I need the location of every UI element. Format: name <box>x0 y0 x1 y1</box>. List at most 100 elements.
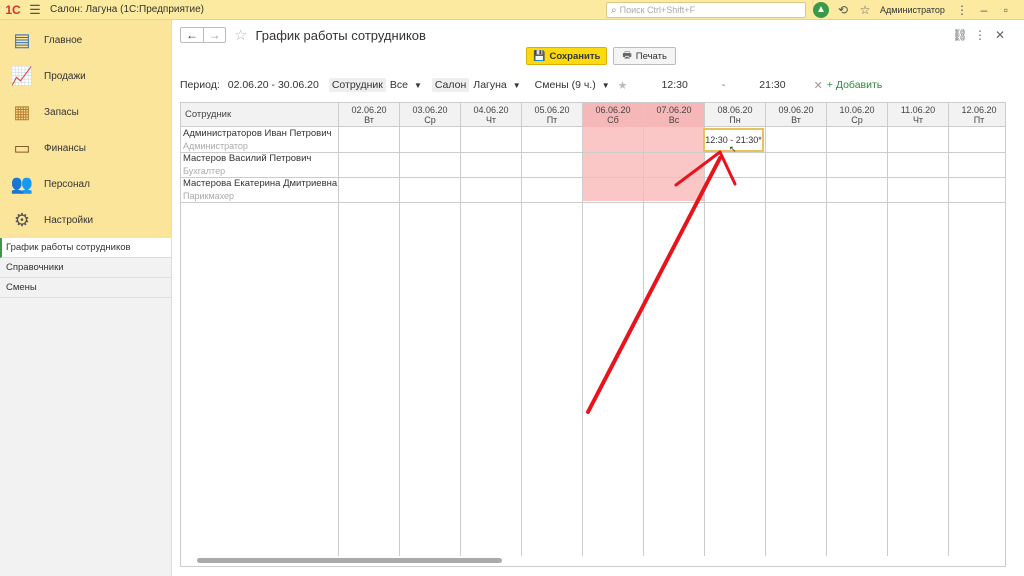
minimize-icon[interactable]: – <box>973 3 995 17</box>
scrollbar-thumb[interactable] <box>197 558 502 563</box>
day-column <box>888 127 949 556</box>
clear-icon[interactable]: ✕ <box>814 79 823 92</box>
schedule-grid: Сотрудник 02.06.20 Вт 03.06.20 Ср 04.06.20 Чт… <box>180 102 1006 567</box>
close-form-icon[interactable]: ✕ <box>990 28 1010 42</box>
chevron-down-icon[interactable]: ▼ <box>513 81 521 90</box>
maximize-icon[interactable]: ▫ <box>995 3 1017 17</box>
day-column-header[interactable]: 09.06.20 Вт <box>766 103 827 127</box>
save-button[interactable]: 💾 Сохранить <box>526 47 608 65</box>
chevron-down-icon[interactable]: ▼ <box>414 81 422 90</box>
day-column <box>522 127 583 556</box>
salon-select[interactable]: Лагуна <box>473 79 506 91</box>
sidebar-section-label: Запасы <box>44 106 79 118</box>
command-bar: 💾 Сохранить 🖶 Печать <box>526 47 676 65</box>
day-column-header[interactable]: 10.06.20 Ср <box>827 103 888 127</box>
chevron-down-icon[interactable]: ▼ <box>602 81 610 90</box>
page-header-tools: ⛓ ⋮ ✕ <box>950 28 1010 42</box>
grid-header-row: Сотрудник 02.06.20 Вт 03.06.20 Ср 04.06.20 Чт… <box>181 103 1005 127</box>
day-date: 05.06.20 <box>534 105 570 115</box>
shifts-select[interactable]: Смены (9 ч.) <box>535 79 596 91</box>
day-column-header[interactable]: 12.06.20 Пт <box>949 103 1005 127</box>
sidebar-section-label: Продажи <box>44 70 86 82</box>
sidebar-section-label: Настройки <box>44 214 94 226</box>
time-to-field[interactable]: 21:30 <box>759 79 785 91</box>
day-column-header[interactable]: 03.06.20 Ср <box>400 103 461 127</box>
close-icon[interactable]: ✕ <box>1017 3 1024 17</box>
horizontal-scrollbar[interactable] <box>197 558 997 564</box>
day-weekday: Вт <box>364 115 374 125</box>
list-icon: ▤ <box>13 29 31 50</box>
notifications-icon[interactable]: ▲ <box>813 2 829 18</box>
sidebar-section-label: Финансы <box>44 142 86 154</box>
table-row[interactable]: Мастерова Екатерина Дмитриевна Парикмахер <box>181 178 339 202</box>
employee-name: Мастеров Василий Петрович <box>183 153 312 164</box>
back-button[interactable]: ← <box>181 28 203 42</box>
star-icon[interactable]: ★ <box>618 79 628 92</box>
day-date: 08.06.20 <box>717 105 753 115</box>
day-column-header[interactable]: 11.06.20 Чт <box>888 103 949 127</box>
history-nav: ← → <box>180 27 226 43</box>
favorites-icon[interactable]: ☆ <box>854 3 876 17</box>
employee-column-header[interactable]: Сотрудник <box>181 103 339 127</box>
day-column <box>583 127 644 556</box>
day-column-header[interactable]: 07.06.20 Вс <box>644 103 705 127</box>
wallet-icon: ▭ <box>13 137 31 158</box>
sidebar-section-main[interactable]: ▤ Главное <box>0 22 171 58</box>
employee-select[interactable]: Все <box>390 79 408 91</box>
day-column-header[interactable]: 08.06.20 Пн <box>705 103 766 127</box>
table-row[interactable]: Мастеров Василий Петрович Бухгалтер <box>181 153 339 177</box>
favorite-star-icon[interactable]: ☆ <box>234 26 247 44</box>
forward-button[interactable]: → <box>203 28 225 42</box>
sidebar-section-stock[interactable]: ▦ Запасы <box>0 94 171 130</box>
sidebar-section-staff[interactable]: 👥 Персонал <box>0 166 171 202</box>
time-separator: - <box>721 79 726 91</box>
sidebar-item-shifts[interactable]: Смены <box>0 278 171 298</box>
day-column-header[interactable]: 05.06.20 Пт <box>522 103 583 127</box>
current-user[interactable]: Администратор <box>880 5 945 15</box>
more-icon[interactable]: ⋮ <box>970 28 990 42</box>
floppy-icon: 💾 <box>533 50 546 62</box>
day-date: 06.06.20 <box>595 105 631 115</box>
title-bar: 1С ☰ Салон: Лагуна (1С:Предприятие) ⌕ По… <box>0 0 1024 20</box>
app-title: Салон: Лагуна (1С:Предприятие) <box>50 4 204 15</box>
sidebar-item-schedule[interactable]: График работы сотрудников <box>0 238 171 258</box>
period-label: Период: <box>180 79 220 91</box>
time-from-field[interactable]: 12:30 <box>662 79 688 91</box>
more-icon[interactable]: ⋮ <box>951 3 973 17</box>
people-icon: 👥 <box>10 173 34 194</box>
search-icon: ⌕ <box>611 4 617 16</box>
add-link[interactable]: + Добавить <box>827 79 882 91</box>
sidebar-item-catalogs[interactable]: Справочники <box>0 258 171 278</box>
history-icon[interactable]: ⟲ <box>832 3 854 17</box>
day-date: 07.06.20 <box>656 105 692 115</box>
menu-icon[interactable]: ☰ <box>26 2 44 18</box>
day-column <box>705 127 766 556</box>
sidebar-section-sales[interactable]: 📈 Продажи <box>0 58 171 94</box>
filter-bar: Период: 02.06.20 - 30.06.20 Сотрудник Вс… <box>180 77 882 93</box>
search-input[interactable]: ⌕ Поиск Ctrl+Shift+F <box>606 2 806 18</box>
employee-role: Парикмахер <box>183 191 235 201</box>
day-weekday: Сб <box>607 115 619 125</box>
employee-role: Администратор <box>183 141 248 151</box>
sidebar-section-finance[interactable]: ▭ Финансы <box>0 130 171 166</box>
link-icon[interactable]: ⛓ <box>950 28 970 42</box>
save-button-label: Сохранить <box>549 50 601 62</box>
print-button[interactable]: 🖶 Печать <box>613 47 676 65</box>
printer-icon: 🖶 <box>622 49 632 61</box>
page-header: ← → ☆ График работы сотрудников <box>180 26 426 44</box>
row-divider <box>181 202 1005 203</box>
day-column <box>339 127 400 556</box>
sidebar-section-label: Персонал <box>44 178 90 190</box>
day-weekday: Вс <box>668 115 680 125</box>
day-weekday: Пт <box>973 115 985 125</box>
search-placeholder: Поиск Ctrl+Shift+F <box>619 5 696 15</box>
1c-logo-icon: 1С <box>5 2 21 17</box>
table-row[interactable]: Администраторов Иван Петрович Администрат… <box>181 128 339 152</box>
period-field[interactable]: 02.06.20 - 30.06.20 <box>228 79 319 91</box>
day-weekday: Пн <box>729 115 741 125</box>
day-date: 09.06.20 <box>778 105 814 115</box>
day-column-header[interactable]: 06.06.20 Сб <box>583 103 644 127</box>
day-column-header[interactable]: 04.06.20 Чт <box>461 103 522 127</box>
day-column-header[interactable]: 02.06.20 Вт <box>339 103 400 127</box>
sidebar-section-settings[interactable]: ⚙ Настройки <box>0 202 171 238</box>
